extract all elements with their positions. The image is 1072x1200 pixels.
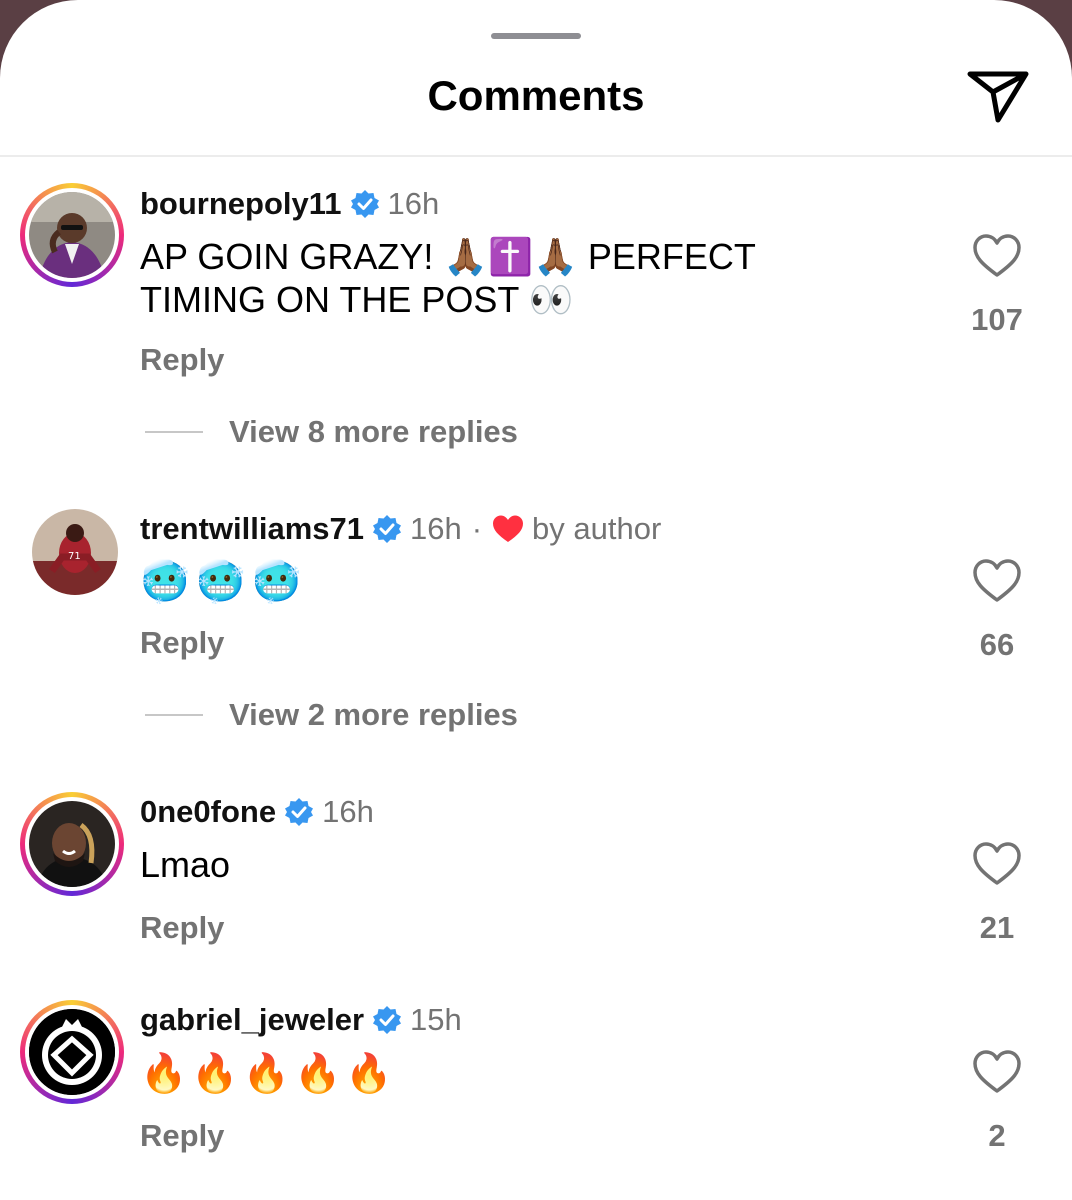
like-count: 21 <box>979 910 1015 945</box>
brand-logo <box>29 1009 115 1095</box>
comment-text: 🔥🔥🔥🔥🔥 <box>140 1053 397 1095</box>
comment-text: 🥶🥶🥶 <box>140 560 308 604</box>
timestamp: 16h <box>409 511 462 546</box>
verified-badge-icon <box>285 798 314 826</box>
comment-meta: bournepoly11 16h <box>140 186 439 222</box>
header-divider <box>0 155 1072 157</box>
avatar[interactable] <box>20 183 124 287</box>
send-icon[interactable] <box>966 68 1030 126</box>
heart-icon[interactable] <box>972 1049 1022 1095</box>
username[interactable]: gabriel_jeweler <box>140 1002 364 1038</box>
reply-button[interactable]: Reply <box>140 1118 224 1154</box>
like-count: 107 <box>971 302 1023 337</box>
heart-icon[interactable] <box>972 233 1022 279</box>
profile-photo: 71 <box>32 509 118 595</box>
verified-badge-icon <box>350 190 379 218</box>
username[interactable]: trentwilliams71 <box>140 511 364 547</box>
comment-meta: gabriel_jeweler 15h <box>140 1002 462 1038</box>
comment-text-line: TIMING ON THE POST 👀 <box>140 279 574 320</box>
comments-sheet: Comments bournepoly11 16h AP GOIN GRAZY!… <box>0 0 1072 1200</box>
view-more-label[interactable]: View 8 more replies <box>229 414 518 450</box>
avatar[interactable]: 71 <box>20 497 124 601</box>
view-more-replies[interactable]: View 2 more replies <box>145 697 518 733</box>
verified-badge-icon <box>373 1006 402 1034</box>
like-count: 2 <box>988 1118 1006 1153</box>
username[interactable]: bournepoly11 <box>140 186 342 222</box>
drag-handle[interactable] <box>491 33 581 39</box>
reply-button[interactable]: Reply <box>140 910 224 946</box>
comment-text-line: AP GOIN GRAZY! 🙏🏾✝️🙏🏾 PERFECT <box>140 236 756 277</box>
avatar[interactable] <box>20 1000 124 1104</box>
view-more-label[interactable]: View 2 more replies <box>229 697 518 733</box>
like-count: 66 <box>979 627 1015 662</box>
heart-icon[interactable] <box>972 558 1022 604</box>
comment-meta: 0ne0fone 16h <box>140 794 374 830</box>
thread-line <box>145 714 203 716</box>
svg-text:71: 71 <box>68 551 81 562</box>
avatar[interactable] <box>20 792 124 896</box>
reply-button[interactable]: Reply <box>140 342 224 378</box>
reply-button[interactable]: Reply <box>140 625 224 661</box>
verified-badge-icon <box>372 515 401 543</box>
page-title: Comments <box>427 72 645 119</box>
timestamp: 16h <box>322 794 374 829</box>
profile-photo <box>29 192 115 278</box>
comment-text: AP GOIN GRAZY! 🙏🏾✝️🙏🏾 PERFECT TIMING ON … <box>140 235 860 321</box>
by-author-label: by author <box>532 511 662 546</box>
profile-photo <box>29 801 115 887</box>
username[interactable]: 0ne0fone <box>140 794 276 830</box>
timestamp: 16h <box>387 186 440 221</box>
view-more-replies[interactable]: View 8 more replies <box>145 414 518 450</box>
separator-dot: · <box>471 511 483 546</box>
heart-icon[interactable] <box>972 841 1022 887</box>
comment-text: Lmao <box>140 844 231 885</box>
thread-line <box>145 431 203 433</box>
comment-meta: trentwilliams71 16h · by author <box>140 511 661 547</box>
timestamp: 15h <box>410 1002 462 1037</box>
liked-by-author-heart-icon <box>493 515 524 542</box>
